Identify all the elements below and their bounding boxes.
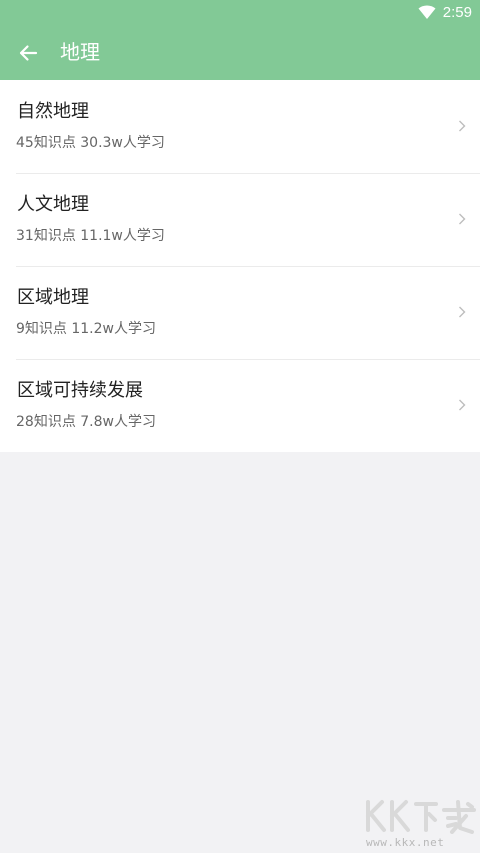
list-item[interactable]: 区域地理 9知识点 11.2w人学习 bbox=[0, 266, 480, 359]
list-item[interactable]: 自然地理 45知识点 30.3w人学习 bbox=[0, 80, 480, 173]
list-item[interactable]: 区域可持续发展 28知识点 7.8w人学习 bbox=[0, 359, 480, 452]
arrow-left-icon[interactable] bbox=[14, 39, 42, 67]
watermark-url: www.kkx.net bbox=[366, 836, 445, 849]
list-item[interactable]: 人文地理 31知识点 11.1w人学习 bbox=[0, 173, 480, 266]
topic-meta: 9知识点 11.2w人学习 bbox=[16, 321, 156, 337]
app-bar: 地理 bbox=[0, 25, 480, 80]
chevron-right-icon bbox=[459, 213, 466, 225]
status-bar: 2:59 bbox=[0, 0, 480, 25]
chevron-right-icon bbox=[459, 399, 466, 411]
topic-name: 区域地理 bbox=[17, 287, 89, 308]
topic-meta: 28知识点 7.8w人学习 bbox=[16, 414, 156, 430]
topic-meta: 31知识点 11.1w人学习 bbox=[16, 228, 165, 244]
page-title: 地理 bbox=[60, 40, 100, 64]
status-time: 2:59 bbox=[442, 4, 472, 21]
kk-logo-watermark bbox=[366, 800, 476, 834]
chevron-right-icon bbox=[459, 306, 466, 318]
wifi-icon bbox=[418, 5, 436, 19]
topic-meta: 45知识点 30.3w人学习 bbox=[16, 135, 165, 151]
watermark: www.kkx.net bbox=[362, 798, 478, 850]
topic-name: 区域可持续发展 bbox=[17, 380, 143, 401]
topic-list: 自然地理 45知识点 30.3w人学习 人文地理 31知识点 11.1w人学习 … bbox=[0, 80, 480, 452]
topic-name: 人文地理 bbox=[17, 194, 89, 215]
topic-name: 自然地理 bbox=[17, 101, 89, 122]
chevron-right-icon bbox=[459, 120, 466, 132]
